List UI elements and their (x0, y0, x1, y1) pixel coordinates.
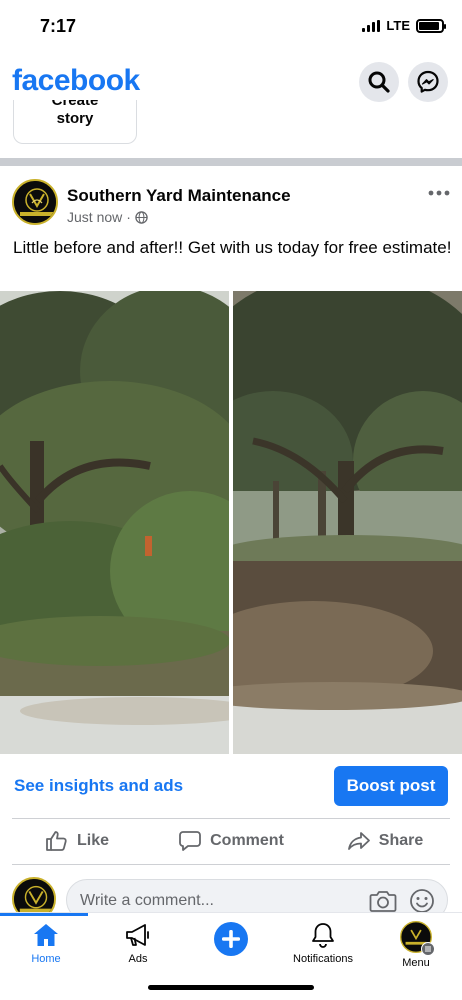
meta-separator: · (126, 209, 131, 225)
facebook-logo[interactable]: facebook (12, 64, 140, 98)
see-insights-link[interactable]: See insights and ads (14, 776, 183, 796)
more-icon (428, 190, 450, 196)
menu-icon (421, 942, 435, 956)
tab-notifications-label: Notifications (293, 953, 353, 965)
more-button[interactable] (428, 184, 450, 196)
comment-icon (179, 831, 202, 851)
search-icon (368, 71, 390, 93)
like-label: Like (76, 832, 109, 849)
tab-notifications[interactable]: Notifications (277, 921, 369, 979)
comment-placeholder: Write a comment... (80, 892, 214, 909)
tab-home-label: Home (31, 953, 61, 965)
like-icon (46, 831, 67, 851)
post-header: Southern Yard Maintenance Just now · (0, 176, 462, 232)
tab-menu-label: Menu (402, 957, 430, 969)
status-bar: 7:17 LTE (0, 0, 462, 56)
bell-icon (312, 923, 334, 948)
page-logo-image (14, 181, 56, 223)
menu-avatar (400, 921, 435, 956)
actions-divider-bottom (12, 864, 450, 865)
page-name[interactable]: Southern Yard Maintenance (67, 186, 291, 206)
after-photo[interactable] (233, 291, 462, 754)
messenger-icon (417, 70, 439, 93)
post-actions: Like Comment Share (0, 820, 462, 862)
tab-create[interactable] (185, 921, 277, 979)
share-label: Share (378, 832, 424, 849)
search-button[interactable] (359, 62, 399, 102)
messenger-button[interactable] (408, 62, 448, 102)
emoji-icon[interactable] (409, 888, 435, 914)
boost-post-button[interactable]: Boost post (334, 766, 448, 806)
status-time: 7:17 (40, 16, 77, 36)
like-button[interactable]: Like (0, 820, 154, 862)
home-icon (34, 924, 58, 946)
battery-icon (416, 18, 446, 33)
active-tab-indicator (0, 913, 88, 916)
megaphone-icon (126, 924, 149, 946)
camera-icon[interactable] (369, 888, 397, 914)
network-label: LTE (386, 18, 410, 33)
actions-divider-top (12, 818, 450, 819)
create-icon (214, 922, 248, 956)
comment-button[interactable]: Comment (154, 820, 308, 862)
create-story-label: Create (51, 100, 99, 109)
tab-ads-label: Ads (128, 953, 148, 965)
post-meta: Just now · (67, 209, 148, 225)
home-indicator (148, 985, 314, 990)
post-photos (0, 291, 462, 754)
before-photo[interactable] (0, 291, 229, 754)
signal-icon (362, 19, 381, 32)
post-timestamp[interactable]: Just now (67, 209, 122, 225)
create-story-label-2: story (56, 110, 94, 127)
insights-row: See insights and ads Boost post (0, 762, 462, 810)
share-icon (347, 832, 370, 850)
page-avatar[interactable] (12, 179, 58, 225)
tab-ads[interactable]: Ads (92, 921, 184, 979)
feed-divider (0, 158, 462, 166)
status-icons: LTE (362, 18, 446, 33)
tab-home[interactable]: Home (0, 921, 92, 979)
comment-label: Comment (210, 832, 284, 849)
create-story-card[interactable]: Create story (13, 100, 137, 144)
post-text: Little before and after!! Get with us to… (13, 238, 452, 257)
share-button[interactable]: Share (308, 820, 462, 862)
tab-menu[interactable]: Menu (370, 921, 462, 979)
globe-icon (135, 210, 148, 224)
